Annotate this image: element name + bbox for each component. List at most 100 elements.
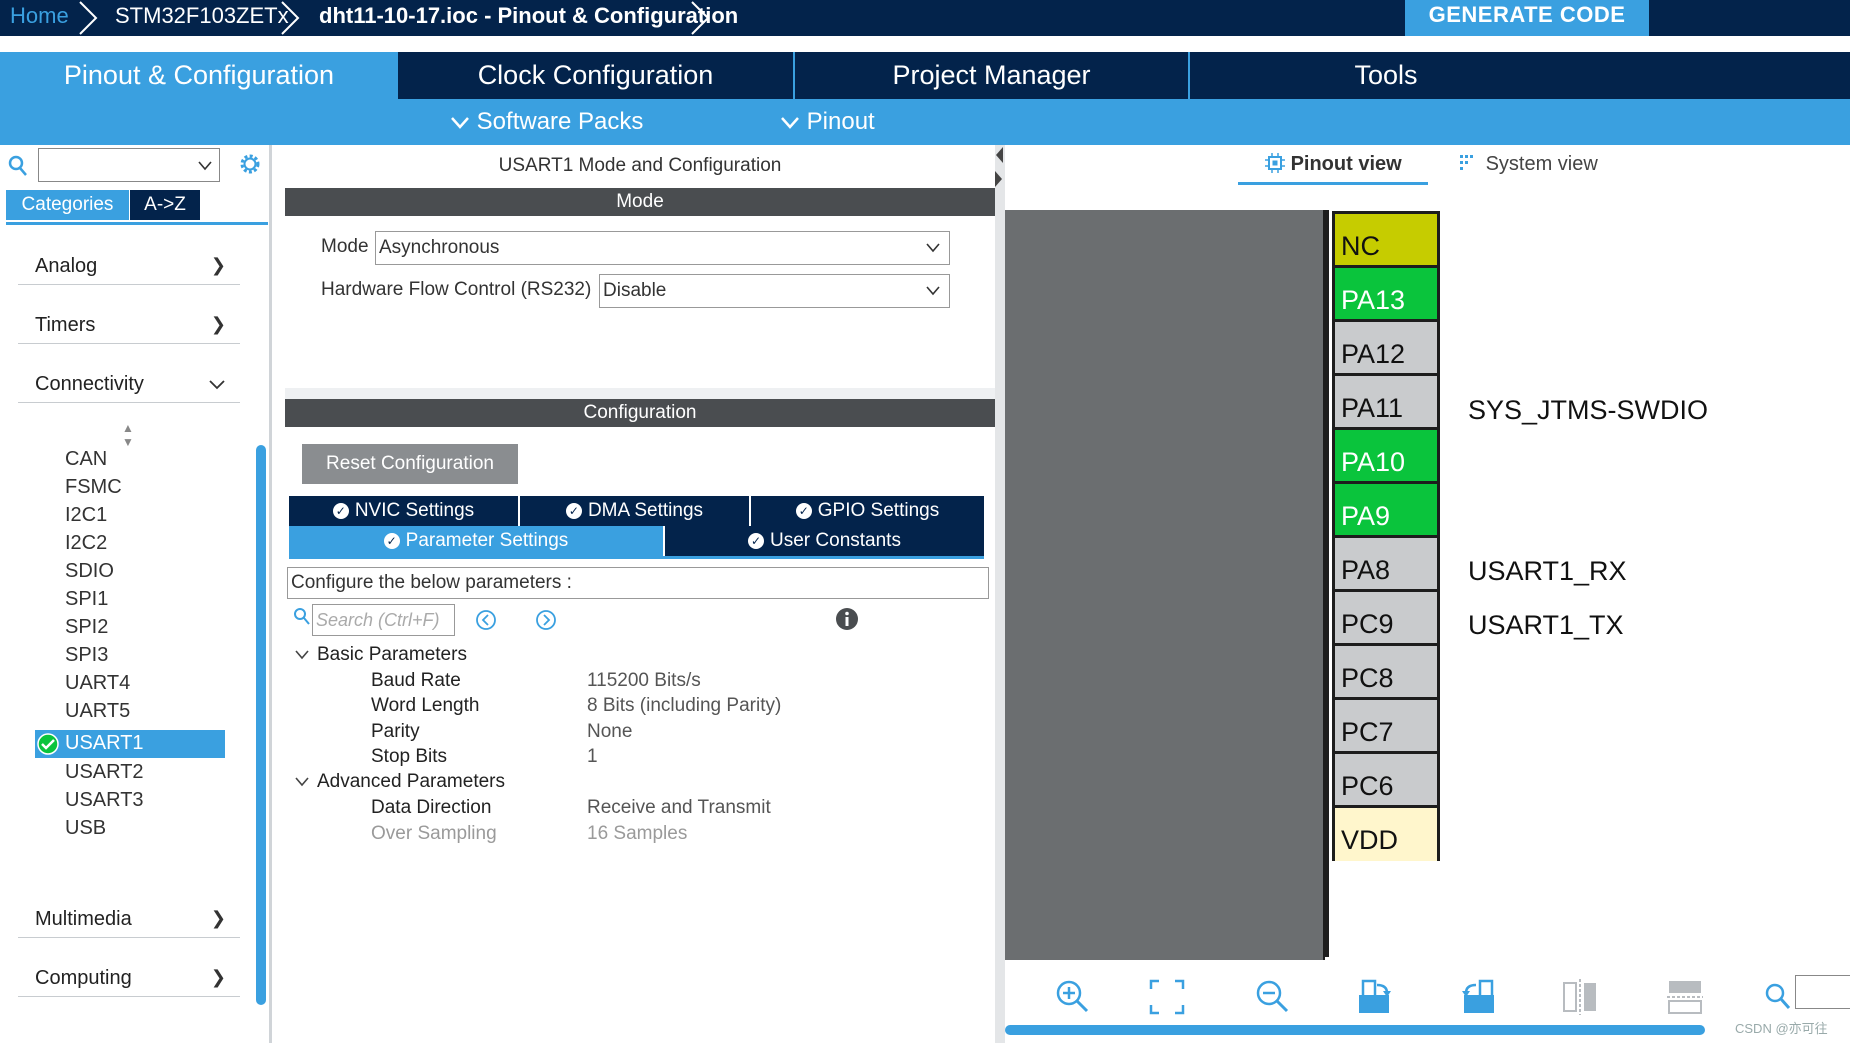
pin-pa9[interactable]: PA9 bbox=[1332, 481, 1440, 542]
software-packs-menu[interactable]: Software Packs bbox=[450, 99, 643, 145]
sort-icon[interactable]: ▲ ▼ bbox=[122, 421, 134, 449]
tab-project-manager[interactable]: Project Manager bbox=[795, 52, 1188, 99]
advanced-parameters-group[interactable]: Advanced Parameters bbox=[317, 771, 505, 793]
param-value[interactable]: 8 Bits (including Parity) bbox=[587, 695, 781, 717]
peripheral-sdio[interactable]: SDIO bbox=[65, 560, 114, 583]
chevron-down-icon bbox=[451, 116, 469, 129]
generate-code-button[interactable]: GENERATE CODE bbox=[1405, 0, 1649, 36]
horizontal-scrollbar[interactable] bbox=[1005, 1025, 1705, 1035]
parameter-search-input[interactable]: Search (Ctrl+F) bbox=[312, 604, 455, 636]
check-icon: ✓ bbox=[332, 502, 349, 519]
sub-toolbar: Software Packs Pinout bbox=[0, 99, 1850, 145]
param-value[interactable]: None bbox=[587, 721, 632, 743]
pin-pc9[interactable]: PC9 bbox=[1332, 589, 1440, 650]
rotate-right-icon[interactable] bbox=[1355, 977, 1395, 1017]
chevron-down-icon[interactable] bbox=[295, 650, 309, 660]
reset-configuration-button[interactable]: Reset Configuration bbox=[302, 444, 518, 484]
pin-pa8[interactable]: PA8 bbox=[1332, 535, 1440, 596]
breadcrumb-device[interactable]: STM32F103ZETx bbox=[115, 0, 289, 36]
tab-pinout-configuration[interactable]: Pinout & Configuration bbox=[0, 52, 398, 99]
category-computing[interactable]: Computing ❯ bbox=[18, 961, 240, 997]
fit-screen-icon[interactable] bbox=[1147, 977, 1187, 1017]
mode-select[interactable]: Asynchronous bbox=[375, 231, 950, 265]
category-connectivity[interactable]: Connectivity bbox=[18, 367, 240, 403]
param-value[interactable]: 1 bbox=[587, 746, 598, 768]
search-icon[interactable] bbox=[8, 155, 28, 177]
breadcrumb-bar: Home STM32F103ZETx dht11-10-17.ioc - Pin… bbox=[0, 0, 1850, 36]
param-name: Baud Rate bbox=[371, 670, 461, 691]
peripheral-can[interactable]: CAN bbox=[65, 448, 107, 471]
tab-categories[interactable]: Categories bbox=[6, 190, 129, 220]
chevron-right-icon bbox=[691, 1, 710, 35]
tab-nvic-settings[interactable]: ✓ NVIC Settings bbox=[289, 496, 518, 526]
component-search-input[interactable] bbox=[38, 148, 220, 182]
flow-control-select[interactable]: Disable bbox=[599, 274, 950, 308]
pin-search-input[interactable] bbox=[1795, 975, 1850, 1009]
param-value[interactable]: Receive and Transmit bbox=[587, 797, 771, 819]
tab-parameter-settings[interactable]: ✓ Parameter Settings bbox=[289, 526, 663, 556]
pin-nc[interactable]: NC bbox=[1332, 211, 1440, 272]
category-multimedia[interactable]: Multimedia ❯ bbox=[18, 902, 240, 938]
peripheral-spi2[interactable]: SPI2 bbox=[65, 616, 108, 639]
configuration-header: Configuration bbox=[285, 399, 995, 427]
tab-a-z[interactable]: A->Z bbox=[130, 190, 200, 220]
tab-gpio-settings[interactable]: ✓ GPIO Settings bbox=[751, 496, 984, 526]
peripheral-usart2[interactable]: USART2 bbox=[65, 761, 144, 784]
tab-clock-configuration[interactable]: Clock Configuration bbox=[398, 52, 793, 99]
breadcrumb-home[interactable]: Home bbox=[10, 0, 69, 36]
zoom-in-icon[interactable] bbox=[1053, 977, 1093, 1017]
chip-edge bbox=[1323, 210, 1329, 960]
peripheral-usart3[interactable]: USART3 bbox=[65, 789, 144, 812]
next-icon[interactable] bbox=[535, 609, 557, 631]
param-value[interactable]: 115200 Bits/s bbox=[587, 670, 701, 692]
list-icon bbox=[1460, 155, 1473, 170]
pin-pc6[interactable]: PC6 bbox=[1332, 751, 1440, 812]
category-analog[interactable]: Analog ❯ bbox=[18, 249, 240, 285]
peripheral-uart5[interactable]: UART5 bbox=[65, 700, 130, 723]
panel-splitter[interactable] bbox=[995, 145, 1005, 1043]
flip-horizontal-icon[interactable] bbox=[1560, 977, 1600, 1017]
pin-pa12[interactable]: PA12 bbox=[1332, 319, 1440, 380]
pin-vdd[interactable]: VDD bbox=[1332, 805, 1440, 861]
pinout-menu[interactable]: Pinout bbox=[780, 99, 875, 145]
param-name: Word Length bbox=[371, 695, 480, 716]
peripheral-fsmc[interactable]: FSMC bbox=[65, 476, 122, 499]
pinout-view-tab[interactable]: Pinout view bbox=[1265, 153, 1402, 176]
category-timers[interactable]: Timers ❯ bbox=[18, 308, 240, 344]
peripheral-spi1[interactable]: SPI1 bbox=[65, 588, 108, 611]
peripheral-usb[interactable]: USB bbox=[65, 817, 106, 840]
info-icon[interactable] bbox=[835, 607, 859, 631]
pin-pa10[interactable]: PA10 bbox=[1332, 427, 1440, 488]
basic-parameters-group[interactable]: Basic Parameters bbox=[317, 644, 467, 666]
breadcrumb-file[interactable]: dht11-10-17.ioc - Pinout & Configuration bbox=[319, 0, 738, 36]
rotate-left-icon[interactable] bbox=[1458, 977, 1498, 1017]
tab-user-constants[interactable]: ✓ User Constants bbox=[665, 526, 984, 556]
flow-control-label: Hardware Flow Control (RS232) bbox=[321, 279, 592, 300]
peripheral-uart4[interactable]: UART4 bbox=[65, 672, 130, 695]
previous-icon[interactable] bbox=[475, 609, 497, 631]
pin-pc7[interactable]: PC7 bbox=[1332, 697, 1440, 758]
pinout-label: Pinout bbox=[806, 108, 875, 135]
pin-pa11[interactable]: PA11 bbox=[1332, 373, 1440, 434]
peripheral-i2c2[interactable]: I2C2 bbox=[65, 532, 107, 555]
peripheral-i2c1[interactable]: I2C1 bbox=[65, 504, 107, 527]
pinout-panel: Pinout view System view NC PA13 PA12 PA1… bbox=[1005, 145, 1850, 1043]
flip-vertical-icon[interactable] bbox=[1665, 977, 1705, 1017]
gear-icon[interactable] bbox=[237, 151, 263, 177]
pin-pc8[interactable]: PC8 bbox=[1332, 643, 1440, 704]
system-view-tab[interactable]: System view bbox=[1460, 153, 1598, 176]
search-icon[interactable] bbox=[1763, 977, 1793, 1017]
peripheral-usart1-selected[interactable]: USART1 bbox=[35, 730, 225, 758]
chevron-down-icon[interactable] bbox=[295, 777, 309, 787]
param-value: 16 Samples bbox=[587, 823, 688, 844]
tab-tools[interactable]: Tools bbox=[1190, 52, 1582, 99]
chevron-down-icon[interactable] bbox=[197, 161, 213, 171]
param-name: Data Direction bbox=[371, 797, 492, 818]
zoom-out-icon[interactable] bbox=[1253, 977, 1293, 1017]
pin-pa13[interactable]: PA13 bbox=[1332, 265, 1440, 326]
tab-dma-settings[interactable]: ✓ DMA Settings bbox=[520, 496, 749, 526]
pin-signal-pa10: USART1_RX bbox=[1468, 556, 1627, 586]
peripheral-spi3[interactable]: SPI3 bbox=[65, 644, 108, 667]
collapse-arrows-icon[interactable] bbox=[993, 145, 1005, 191]
left-scrollbar[interactable] bbox=[256, 445, 266, 1005]
